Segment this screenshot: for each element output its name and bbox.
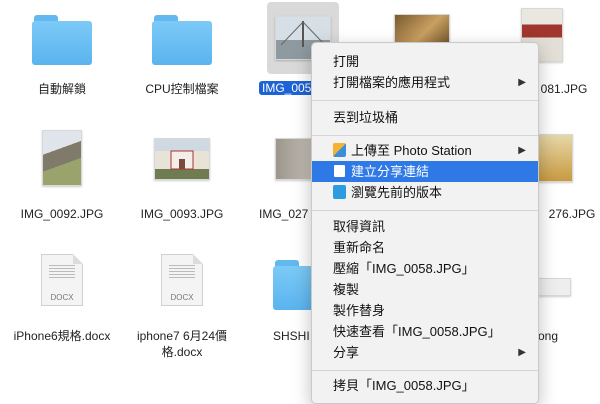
file-name: IMG_0092.JPG: [20, 207, 104, 221]
file-name: 自動解鎖: [37, 82, 86, 96]
file-item[interactable]: IMG_0092.JPG: [2, 120, 122, 230]
menu-item-share[interactable]: 分享 ▶: [312, 342, 538, 363]
menu-item-copy[interactable]: 拷貝「IMG_0058.JPG」: [312, 375, 538, 396]
submenu-arrow-icon: ▶: [518, 347, 526, 358]
menu-item-move-to-trash[interactable]: 丟到垃圾桶: [312, 107, 538, 128]
file-item[interactable]: DOCX iPhone6規格.docx: [2, 248, 122, 368]
submenu-arrow-icon: ▶: [518, 77, 526, 88]
photo-thumbnail: [154, 138, 210, 180]
submenu-arrow-icon: ▶: [518, 145, 526, 156]
menu-item-rename[interactable]: 重新命名: [312, 237, 538, 258]
file-item[interactable]: DOCX iphone7 6月24價格.docx: [122, 248, 242, 368]
file-item[interactable]: IMG_0093.JPG: [122, 120, 242, 230]
menu-separator: [312, 135, 538, 136]
menu-item-make-alias[interactable]: 製作替身: [312, 300, 538, 321]
menu-item-get-info[interactable]: 取得資訊: [312, 216, 538, 237]
menu-item-upload-photo-station[interactable]: 上傳至 Photo Station ▶: [312, 140, 538, 161]
menu-separator: [312, 210, 538, 211]
menu-item-browse-previous-versions[interactable]: 瀏覽先前的版本: [312, 182, 538, 203]
menu-separator: [312, 100, 538, 101]
folder-icon: [32, 15, 92, 65]
file-name: IMG_0093.JPG: [140, 207, 224, 221]
menu-item-open-with[interactable]: 打開檔案的應用程式 ▶: [312, 72, 538, 93]
previous-version-icon: [333, 185, 346, 199]
menu-item-create-share-link[interactable]: 建立分享連結: [312, 161, 538, 182]
file-name: CPU控制檔案: [145, 82, 219, 96]
menu-separator: [312, 370, 538, 371]
photo-thumbnail: [42, 130, 82, 186]
context-menu: 打開 打開檔案的應用程式 ▶ 丟到垃圾桶 上傳至 Photo Station ▶ 建…: [311, 42, 539, 404]
share-link-icon: [333, 164, 346, 178]
docx-file-icon: DOCX: [41, 254, 83, 306]
file-name: iPhone6規格.docx: [13, 329, 111, 343]
file-name: iphone7 6月24價格.docx: [136, 329, 228, 359]
photo-station-icon: [333, 143, 346, 157]
menu-item-duplicate[interactable]: 複製: [312, 279, 538, 300]
file-item[interactable]: 自動解鎖: [2, 0, 122, 110]
docx-file-icon: DOCX: [161, 254, 203, 306]
menu-item-open[interactable]: 打開: [312, 51, 538, 72]
menu-item-quick-look[interactable]: 快速查看「IMG_0058.JPG」: [312, 321, 538, 342]
file-item[interactable]: CPU控制檔案: [122, 0, 242, 110]
folder-icon: [152, 15, 212, 65]
menu-item-compress[interactable]: 壓縮「IMG_0058.JPG」: [312, 258, 538, 279]
